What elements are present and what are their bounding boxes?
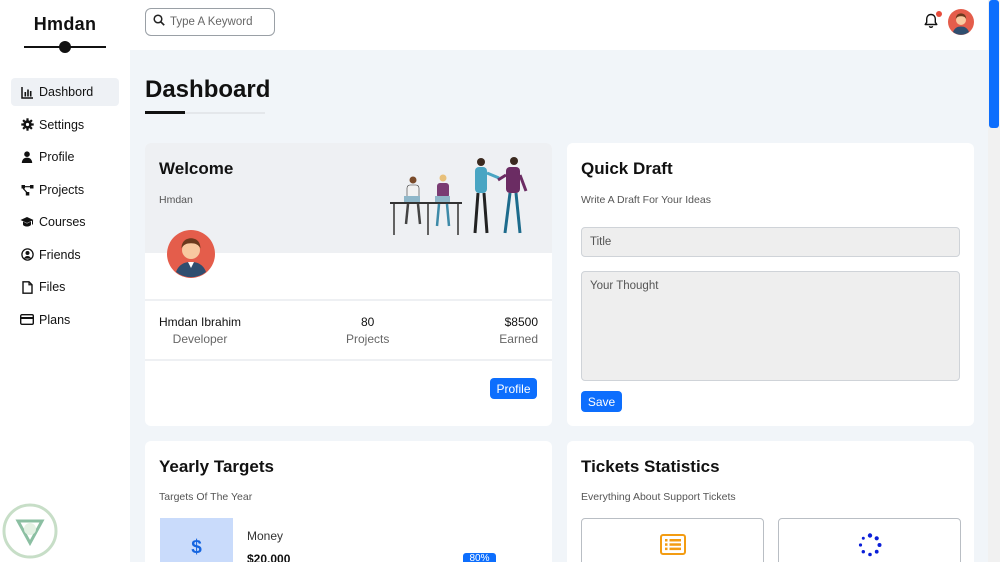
draft-body-textarea[interactable] — [581, 271, 960, 381]
sidebar-item-friends[interactable]: Friends — [11, 241, 119, 269]
sidebar-item-projects[interactable]: Projects — [11, 176, 119, 204]
welcome-subtitle: Hmdan — [159, 194, 193, 206]
sidebar-item-label: Friends — [39, 247, 81, 262]
gear-icon — [20, 118, 34, 132]
title-underline-accent — [145, 111, 185, 114]
stat-name: Hmdan Ibrahim Developer — [159, 315, 242, 346]
scrollbar-thumb[interactable] — [989, 0, 999, 128]
ticket-box-total — [581, 518, 764, 562]
draft-title-input[interactable] — [581, 227, 960, 257]
sidebar-item-label: Projects — [39, 182, 85, 197]
yearly-targets-card: Yearly Targets Targets Of The Year $ Mon… — [145, 441, 552, 562]
targets-title: Yearly Targets — [159, 457, 274, 476]
welcome-title: Welcome — [159, 159, 234, 178]
tickets-title: Tickets Statistics — [581, 457, 720, 476]
search-box[interactable] — [145, 8, 275, 36]
welcome-card: Welcome Hmdan Hmdan Ibrahim Developer 80… — [145, 143, 552, 426]
sidebar-item-label: Files — [39, 280, 66, 294]
sidebar-item-label: Profile — [39, 150, 75, 164]
sidebar-item-label: Courses — [39, 215, 86, 229]
ticket-box-pending — [778, 518, 961, 562]
sidebar-item-label: Plans — [39, 312, 71, 327]
brand-logo: Hmdan — [33, 14, 97, 34]
sidebar: Hmdan Dashbord Settings Profile Projects… — [0, 0, 130, 562]
brand-dot — [59, 41, 71, 53]
draft-title: Quick Draft — [581, 159, 673, 178]
sidebar-item-settings[interactable]: Settings — [11, 111, 119, 139]
file-icon — [20, 280, 34, 294]
spinner-icon — [858, 533, 882, 562]
watermark-logo — [2, 503, 58, 559]
sidebar-item-profile[interactable]: Profile — [11, 143, 119, 171]
user-circle-icon — [20, 248, 34, 262]
search-input[interactable] — [170, 16, 270, 28]
tickets-statistics-card: Tickets Statistics Everything About Supp… — [567, 441, 974, 562]
sidebar-item-files[interactable]: Files — [11, 273, 119, 301]
draft-subtitle: Write A Draft For Your Ideas — [581, 194, 711, 206]
user-icon — [20, 150, 34, 164]
credit-card-icon — [20, 313, 34, 327]
money-icon-box: $ — [160, 518, 233, 562]
sidebar-item-courses[interactable]: Courses — [11, 208, 119, 236]
top-header — [130, 0, 988, 50]
stat-earned: $8500 Earned — [499, 315, 538, 346]
stat-projects: 80 Projects — [346, 315, 390, 346]
search-icon — [153, 13, 165, 31]
welcome-avatar — [167, 230, 215, 278]
sidebar-item-label: Dashbord — [39, 85, 94, 99]
save-button[interactable]: Save — [581, 391, 622, 412]
money-label: Money — [247, 529, 284, 543]
tickets-subtitle: Everything About Support Tickets — [581, 491, 736, 503]
money-percent-badge: 80% — [463, 553, 496, 562]
list-icon — [660, 534, 686, 560]
team-illustration — [390, 155, 540, 239]
sidebar-item-dashboard[interactable]: Dashbord — [11, 78, 119, 106]
sidebar-item-plans[interactable]: Plans — [11, 306, 119, 334]
header-avatar[interactable] — [948, 9, 974, 35]
quick-draft-card: Quick Draft Write A Draft For Your Ideas… — [567, 143, 974, 426]
chart-icon — [20, 85, 34, 99]
graduation-cap-icon — [20, 215, 34, 229]
targets-subtitle: Targets Of The Year — [159, 491, 253, 503]
welcome-stats: Hmdan Ibrahim Developer 80 Projects $850… — [145, 299, 552, 361]
dollar-icon: $ — [191, 537, 202, 558]
notification-badge — [936, 11, 942, 17]
diagram-icon — [20, 183, 34, 197]
page-title: Dashboard — [145, 76, 271, 103]
profile-button[interactable]: Profile — [490, 378, 537, 399]
money-value: $20,000 — [247, 552, 291, 562]
sidebar-item-label: Settings — [39, 117, 85, 132]
sidebar-nav: Dashbord Settings Profile Projects Cours… — [11, 78, 119, 338]
